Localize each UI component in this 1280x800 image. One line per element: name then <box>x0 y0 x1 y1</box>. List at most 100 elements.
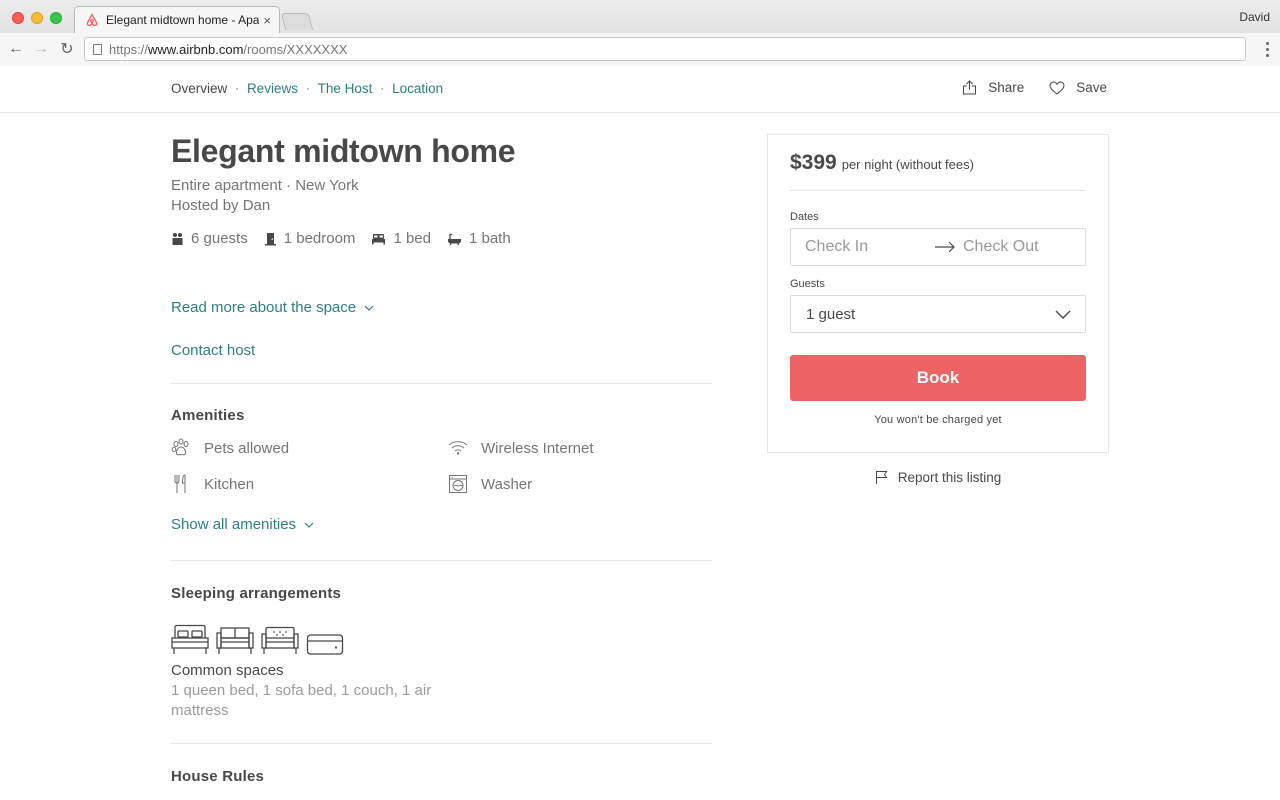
share-icon <box>963 80 977 95</box>
nav-location-link[interactable]: Location <box>392 81 443 96</box>
nav-separator: · <box>235 82 239 95</box>
guests-label: Guests <box>790 278 825 290</box>
browser-menu-icon[interactable] <box>1266 42 1270 58</box>
amenity-item: Kitchen <box>171 474 448 494</box>
sleeping-title: Sleeping arrangements <box>171 585 342 602</box>
contact-host-link[interactable]: Contact host <box>171 342 255 359</box>
browser-user-name[interactable]: David <box>1239 10 1270 24</box>
forward-arrow-icon[interactable]: → <box>31 39 51 59</box>
save-label: Save <box>1076 80 1107 95</box>
amenity-item: Pets allowed <box>171 438 448 458</box>
book-button[interactable]: Book <box>790 355 1086 401</box>
date-range-picker: Check In Check Out <box>790 228 1086 266</box>
address-bar[interactable]: https://www.airbnb.com/rooms/XXXXXXX <box>84 37 1246 61</box>
check-out-input[interactable]: Check Out <box>962 238 1085 256</box>
section-divider <box>171 383 712 384</box>
bed-icons <box>171 624 712 656</box>
amenity-label: Pets allowed <box>204 439 290 457</box>
amenity-label: Washer <box>481 475 533 493</box>
url-protocol: https:// <box>109 41 149 57</box>
browser-tab[interactable]: Elegant midtown home - Apart × <box>74 6 280 33</box>
amenity-label: Wireless Internet <box>481 439 594 457</box>
listing-subnav: Overview · Reviews · The Host · Location… <box>0 66 1280 113</box>
price-note: per night (without fees) <box>841 157 974 172</box>
window-maximize-button[interactable] <box>50 12 62 24</box>
room-beds: 1 queen bed, 1 sofa bed, 1 couch, 1 air … <box>171 682 432 719</box>
listing-host: Hosted by Dan <box>171 197 271 214</box>
charge-disclaimer: You won't be charged yet <box>874 414 1002 426</box>
amenity-item: Washer <box>448 474 712 494</box>
flag-icon <box>875 471 888 484</box>
arrow-right-icon <box>928 241 962 253</box>
nav-separator: · <box>305 82 310 95</box>
nav-separator: · <box>380 82 385 95</box>
listing-title: Elegant midtown home <box>171 133 516 169</box>
stat-baths-label: 1 bath <box>468 230 511 247</box>
guests-icon <box>172 233 183 245</box>
report-listing-link[interactable]: Report this listing <box>767 470 1109 485</box>
read-more-label: Read more about the space <box>171 299 357 316</box>
listing-main: Elegant midtown home Entire apartment · … <box>171 113 712 785</box>
sofa-bed-icon <box>216 627 254 654</box>
share-button[interactable]: Share <box>962 80 1024 95</box>
back-arrow-icon[interactable]: ← <box>6 39 26 59</box>
house-rules-title: House Rules <box>171 768 265 785</box>
booking-panel: $399 per night (without fees) Dates Chec… <box>767 134 1109 453</box>
stat-guests-label: 6 guests <box>191 230 248 247</box>
utensils-icon <box>174 474 186 493</box>
nav-reviews-link[interactable]: Reviews <box>247 81 298 96</box>
paw-icon <box>171 438 189 456</box>
stat-beds: 1 bed <box>371 230 431 247</box>
nav-host-link[interactable]: The Host <box>318 81 373 96</box>
bed-icon <box>372 233 386 244</box>
nav-overview-link[interactable]: Overview <box>171 81 227 96</box>
stat-beds-label: 1 bed <box>393 230 431 247</box>
washer-icon <box>449 475 467 493</box>
section-divider <box>171 560 712 561</box>
window-minimize-button[interactable] <box>31 12 43 24</box>
page-info-icon[interactable] <box>93 43 102 55</box>
wifi-icon <box>448 441 468 455</box>
read-more-link[interactable]: Read more about the space <box>171 299 374 316</box>
chevron-down-icon <box>304 522 314 528</box>
section-divider <box>171 743 712 744</box>
show-all-amenities-label: Show all amenities <box>171 516 297 533</box>
guests-select[interactable]: 1 guest <box>790 295 1086 333</box>
stat-guests: 6 guests <box>171 230 248 247</box>
price-row: $399 per night (without fees) <box>790 151 1086 191</box>
section-links: Overview · Reviews · The Host · Location <box>171 81 443 96</box>
door-icon <box>264 232 276 245</box>
couch-icon <box>261 626 299 654</box>
stat-bedrooms-label: 1 bedroom <box>283 230 356 247</box>
browser-toolbar: ← → ↻ https://www.airbnb.com/rooms/XXXXX… <box>0 33 1280 66</box>
queen-bed-icon <box>171 624 209 654</box>
listing-stats: 6 guests 1 bedroom 1 bed 1 bath <box>171 230 712 247</box>
listing-actions: Share Save <box>937 80 1107 95</box>
listing-type-location: Entire apartment · New York <box>171 177 359 194</box>
save-button[interactable]: Save <box>1049 80 1107 95</box>
share-label: Share <box>988 80 1025 95</box>
url-host: www.airbnb.com <box>148 41 244 57</box>
heart-icon <box>1049 80 1065 95</box>
tab-close-icon[interactable]: × <box>263 13 271 28</box>
chevron-down-icon <box>364 305 374 311</box>
url-path: /rooms/XXXXXXX <box>243 41 348 57</box>
amenities-title: Amenities <box>171 407 245 424</box>
nightly-price: $399 <box>790 151 837 174</box>
amenity-item: Wireless Internet <box>448 438 712 458</box>
reload-icon[interactable]: ↻ <box>57 39 77 59</box>
new-tab-button[interactable] <box>280 13 314 30</box>
air-mattress-icon <box>306 634 344 655</box>
dates-label: Dates <box>790 211 819 223</box>
report-label: Report this listing <box>897 470 1002 485</box>
room-name: Common spaces <box>171 662 284 679</box>
window-close-button[interactable] <box>12 12 24 24</box>
guests-value: 1 guest <box>806 305 856 323</box>
check-in-input[interactable]: Check In <box>791 238 928 256</box>
airbnb-logo-icon <box>86 13 98 27</box>
amenity-label: Kitchen <box>204 475 255 493</box>
bathtub-icon <box>447 233 461 245</box>
browser-chrome: Elegant midtown home - Apart × David ← →… <box>0 0 1280 66</box>
show-all-amenities-link[interactable]: Show all amenities <box>171 516 314 533</box>
tab-title: Elegant midtown home - Apart <box>106 13 260 27</box>
